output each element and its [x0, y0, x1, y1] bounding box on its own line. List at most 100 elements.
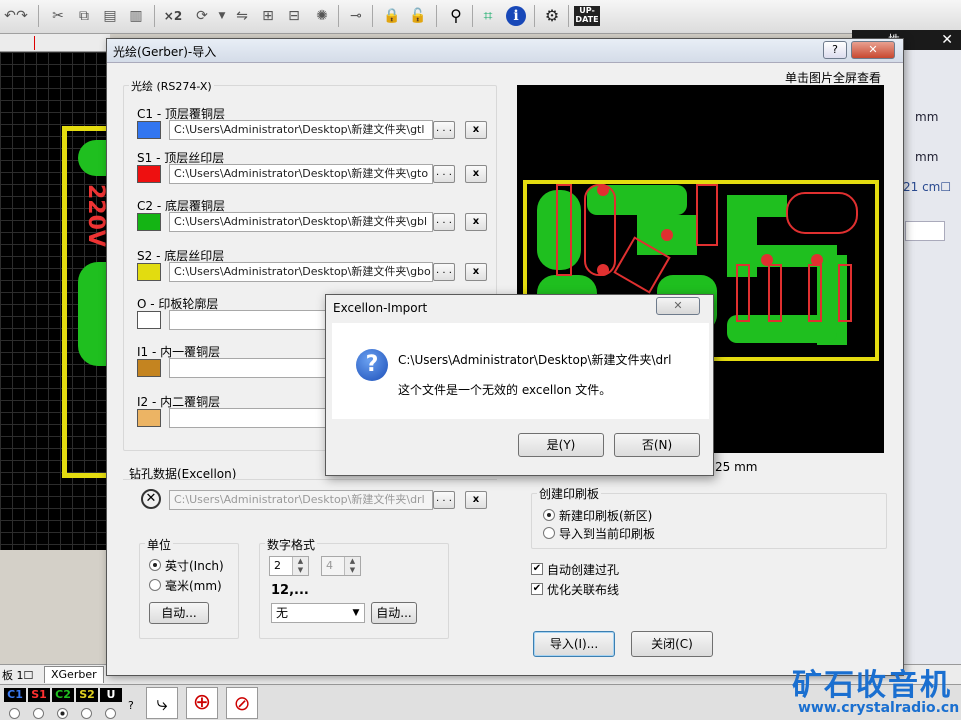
- optimize-checkbox[interactable]: ✔: [531, 583, 543, 595]
- color-swatch-i1[interactable]: [137, 359, 161, 377]
- excellon-close-button[interactable]: ✕: [656, 297, 700, 315]
- help-button[interactable]: ?: [823, 41, 847, 59]
- yes-button[interactable]: 是(Y): [518, 433, 604, 457]
- track-tool-icon[interactable]: ⤷: [146, 687, 178, 719]
- browse-button-s2[interactable]: . . .: [433, 263, 455, 281]
- layer-u[interactable]: U: [100, 688, 122, 702]
- layer-c2[interactable]: C2: [52, 688, 74, 702]
- delete-icon[interactable]: ▥: [126, 6, 146, 26]
- format-int-spinner[interactable]: 2 ▲ ▼: [269, 556, 309, 576]
- connect-icon[interactable]: ⊸: [346, 6, 366, 26]
- clear-button-s1[interactable]: x: [465, 165, 487, 183]
- create-new-radio[interactable]: [543, 509, 555, 521]
- tab-board[interactable]: 板 1☐: [2, 667, 33, 683]
- mirror-icon[interactable]: ⇋: [232, 6, 252, 26]
- unit-group-title: 单位: [145, 536, 174, 553]
- color-swatch-s1[interactable]: [137, 165, 161, 183]
- close-icon[interactable]: ✕: [941, 30, 953, 50]
- settings-icon[interactable]: ⚙: [542, 6, 562, 26]
- spinner-arrows-icon[interactable]: ▲ ▼: [344, 557, 360, 575]
- layer-radio[interactable]: [105, 708, 116, 719]
- clear-button-c2[interactable]: x: [465, 213, 487, 231]
- layer-c1[interactable]: C1: [4, 688, 26, 702]
- unit-inch-label: 英寸(Inch): [165, 559, 224, 573]
- spinner-arrows-icon[interactable]: ▲ ▼: [292, 557, 308, 575]
- browse-button-c2[interactable]: . . .: [433, 213, 455, 231]
- no-route-icon[interactable]: ⊘: [226, 687, 258, 719]
- color-swatch-s2[interactable]: [137, 263, 161, 281]
- preview-hint: 单击图片全屏查看: [785, 71, 882, 85]
- drill-path-input[interactable]: C:\Users\Administrator\Desktop\新建文件夹\drl: [169, 490, 433, 510]
- toolbar-separator: [372, 5, 373, 27]
- paste-icon[interactable]: ▤: [100, 6, 120, 26]
- help-mark[interactable]: ?: [128, 699, 134, 712]
- rotate-dropdown-icon[interactable]: ▼: [212, 6, 232, 26]
- info-icon[interactable]: i: [506, 6, 526, 26]
- path-input-c2[interactable]: C:\Users\Administrator\Desktop\新建文件夹\gbl: [169, 212, 433, 232]
- clear-button-s2[interactable]: x: [465, 263, 487, 281]
- create-import-radio[interactable]: [543, 527, 555, 539]
- silk-text: 220V: [83, 184, 108, 247]
- path-input-i2[interactable]: [169, 408, 329, 428]
- format-group-title: 数字格式: [265, 536, 318, 553]
- close-button[interactable]: ✕: [851, 41, 895, 59]
- sun-icon[interactable]: ✺: [312, 6, 332, 26]
- duplicate-icon[interactable]: ×2: [160, 6, 186, 26]
- layer-radio[interactable]: [33, 708, 44, 719]
- format-auto-button[interactable]: 自动...: [371, 602, 417, 624]
- board-canvas[interactable]: 220V: [0, 52, 110, 550]
- unit-inch-radio[interactable]: [149, 559, 161, 571]
- path-input-outline[interactable]: [169, 310, 329, 330]
- import-button[interactable]: 导入(I)...: [533, 631, 615, 657]
- color-swatch-outline[interactable]: [137, 311, 161, 329]
- unlock-icon[interactable]: 🔓: [408, 6, 428, 26]
- toolbar-separator: [568, 5, 569, 27]
- color-swatch-c2[interactable]: [137, 213, 161, 231]
- browse-button-s1[interactable]: . . .: [433, 165, 455, 183]
- layer-s2[interactable]: S2: [76, 688, 98, 702]
- path-input-s1[interactable]: C:\Users\Administrator\Desktop\新建文件夹\gto: [169, 164, 433, 184]
- drill-clear-button[interactable]: x: [465, 491, 487, 509]
- auto-via-checkbox[interactable]: ✔: [531, 563, 543, 575]
- crop-icon[interactable]: ⌗: [478, 6, 498, 26]
- rotate-icon[interactable]: ⟳: [192, 6, 212, 26]
- clear-button-c1[interactable]: x: [465, 121, 487, 139]
- layer-radio-active[interactable]: [57, 708, 68, 719]
- zoom-icon[interactable]: ⚲: [446, 6, 466, 26]
- layer-radio[interactable]: [9, 708, 20, 719]
- color-swatch-c1[interactable]: [137, 121, 161, 139]
- path-input-i1[interactable]: [169, 358, 329, 378]
- format-select[interactable]: 无 ▼: [271, 603, 365, 623]
- unit-auto-button[interactable]: 自动...: [149, 602, 209, 624]
- path-input-s2[interactable]: C:\Users\Administrator\Desktop\新建文件夹\gbo: [169, 262, 433, 282]
- align-icon[interactable]: ⊞: [258, 6, 278, 26]
- no-button[interactable]: 否(N): [614, 433, 700, 457]
- drill-browse-button[interactable]: . . .: [433, 491, 455, 509]
- auto-via-label: 自动创建过孔: [547, 563, 620, 577]
- toolbar-separator: [338, 5, 339, 27]
- format-dec-value: 4: [326, 559, 333, 572]
- close-dialog-button[interactable]: 关闭(C): [631, 631, 713, 657]
- drill-icon: ✕: [141, 489, 161, 509]
- crosshair-icon[interactable]: ⊕: [186, 687, 218, 719]
- toolbar-separator: [472, 5, 473, 27]
- excellon-file-path: C:\Users\Administrator\Desktop\新建文件夹\drl: [398, 353, 672, 367]
- props-input[interactable]: [905, 221, 945, 241]
- layer-radio[interactable]: [81, 708, 92, 719]
- cut-icon[interactable]: ✂: [48, 6, 68, 26]
- dialog-title: 光绘(Gerber)-导入: [113, 45, 217, 59]
- path-input-c1[interactable]: C:\Users\Administrator\Desktop\新建文件夹\gtl: [169, 120, 433, 140]
- copy-icon[interactable]: ⧉: [74, 6, 94, 26]
- layer-s1[interactable]: S1: [28, 688, 50, 702]
- unit-mm-radio[interactable]: [149, 579, 161, 591]
- create-board-title: 创建印刷板: [537, 485, 602, 502]
- browse-button-c1[interactable]: . . .: [433, 121, 455, 139]
- format-dec-spinner[interactable]: 4 ▲ ▼: [321, 556, 361, 576]
- redo-icon[interactable]: ↷: [12, 6, 32, 26]
- group-icon[interactable]: ⊟: [284, 6, 304, 26]
- tab-xgerber[interactable]: XGerber: [44, 666, 104, 683]
- lock-icon[interactable]: 🔒: [382, 6, 402, 26]
- update-icon[interactable]: UP- DATE: [574, 6, 600, 26]
- props-unit: 21 cm☐: [903, 180, 952, 194]
- color-swatch-i2[interactable]: [137, 409, 161, 427]
